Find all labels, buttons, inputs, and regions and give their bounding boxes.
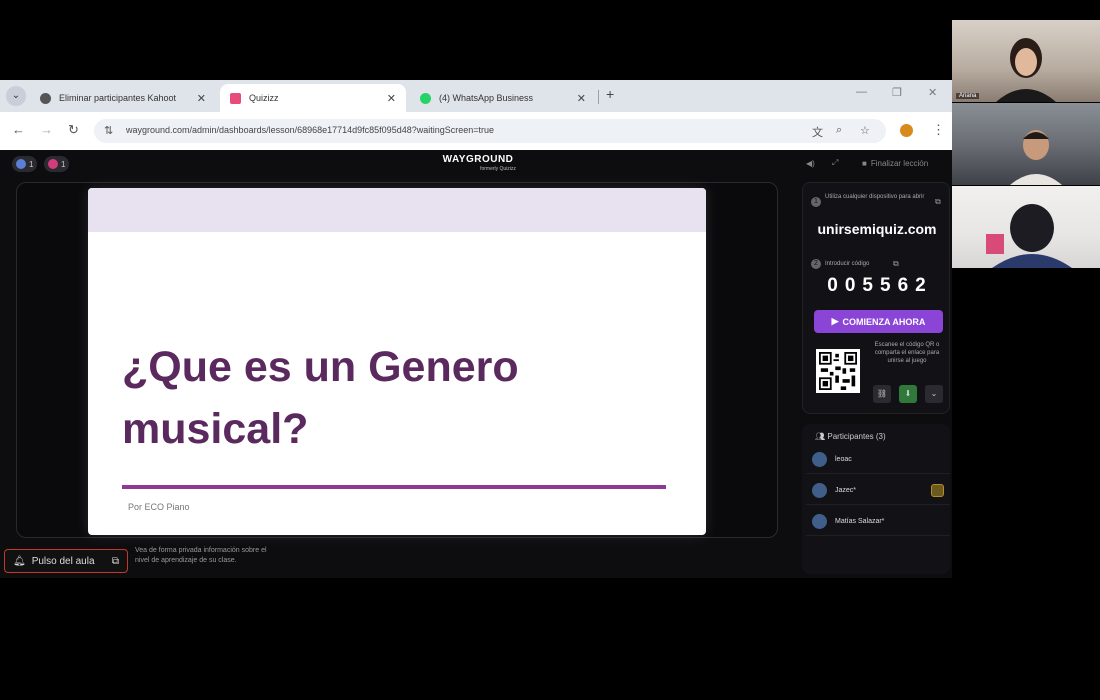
- globe-icon: [16, 159, 26, 169]
- close-icon[interactable]: ✕: [197, 92, 206, 105]
- bookmark-star-icon[interactable]: ☆: [860, 124, 870, 137]
- new-tab-icon[interactable]: +: [606, 86, 614, 102]
- person-silhouette-icon: [996, 38, 1056, 102]
- stop-icon: ■: [862, 158, 867, 168]
- classroom-pulse-label: Pulso del aula: [31, 555, 95, 567]
- tab-strip: ⌄ Eliminar participantes Kahoot ✕ Quiziz…: [0, 80, 952, 112]
- chevron-down-icon[interactable]: ⌄: [925, 385, 943, 403]
- play-icon: ▶: [831, 316, 839, 326]
- close-icon[interactable]: ✕: [387, 92, 396, 105]
- quizizz-favicon-icon: [230, 92, 241, 104]
- start-now-button[interactable]: ▶ COMIENZA AHORA: [814, 310, 943, 333]
- presentation-slide: ¿Que es un Genero musical? Por ECO Piano: [88, 188, 706, 535]
- forward-icon[interactable]: →: [40, 122, 53, 137]
- extension-icon[interactable]: [900, 124, 913, 137]
- tab-divider: [598, 90, 599, 104]
- tab-search-icon[interactable]: ⌄: [6, 86, 26, 106]
- slide-header-band: [88, 188, 706, 232]
- person-silhouette-icon: [1010, 130, 1062, 185]
- tab-whatsapp[interactable]: (4) WhatsApp Business ✕: [410, 84, 596, 112]
- logo-name: WAYGROUND: [442, 154, 514, 165]
- close-window-icon[interactable]: ✕: [928, 86, 937, 99]
- tab-quizizz[interactable]: Quizizz ✕: [220, 84, 406, 112]
- qr-code[interactable]: [816, 349, 860, 393]
- copy-icon[interactable]: ⧉: [935, 197, 941, 207]
- code-hint: Introducir código: [825, 261, 870, 267]
- restore-icon[interactable]: ❐: [892, 86, 902, 99]
- video-tile-1[interactable]: Ariana: [952, 20, 1100, 102]
- wayground-app: 1 1 WAYGROUND formerly Quizizz ◀) ⤢ ■ Fi…: [0, 150, 952, 578]
- logo-subtitle: formerly Quizizz: [480, 166, 516, 172]
- player-counter-badge[interactable]: 1: [12, 156, 38, 172]
- browser-menu-icon[interactable]: ⋮: [932, 122, 945, 138]
- participant-video-name: Ariana: [956, 93, 980, 99]
- download-icon[interactable]: ⬇: [899, 385, 917, 403]
- video-tile-2[interactable]: [952, 103, 1100, 185]
- link-icon[interactable]: ⛓: [873, 385, 891, 403]
- avatar: [812, 452, 827, 467]
- slide-byline: Por ECO Piano: [128, 502, 190, 512]
- qr-hint: Escanee el código QR o comparta el enlac…: [874, 342, 940, 364]
- open-external-icon: ⧉: [111, 555, 119, 567]
- sound-icon[interactable]: ◀): [806, 156, 815, 170]
- translate-icon[interactable]: 文: [812, 124, 823, 140]
- bell-icon: 🔔︎: [13, 555, 26, 567]
- finish-lesson-button[interactable]: ■ Finalizar lección: [862, 156, 928, 170]
- join-url: unirsemiquiz.com: [817, 221, 937, 237]
- join-hint: Utiliza cualquier dispositivo para abrir: [825, 194, 925, 200]
- people-icon: 👥︎: [815, 432, 826, 441]
- globe-icon: [40, 92, 51, 104]
- site-settings-icon[interactable]: ⇅: [104, 124, 113, 137]
- participants-heading: 👥︎ Participantes (3): [815, 432, 886, 441]
- browser-window: ⌄ Eliminar participantes Kahoot ✕ Quiziz…: [0, 80, 952, 578]
- avatar: [812, 483, 827, 498]
- url-text: wayground.com/admin/dashboards/lesson/68…: [126, 125, 495, 135]
- qr-code-icon: [819, 352, 857, 390]
- join-code: 005562: [827, 275, 933, 296]
- heart-icon: [48, 159, 58, 169]
- whatsapp-icon: [420, 92, 431, 104]
- slide-title: ¿Que es un Genero musical?: [122, 343, 519, 453]
- copy-icon[interactable]: ⧉: [893, 259, 899, 269]
- person-silhouette-icon: [986, 204, 1072, 268]
- address-bar[interactable]: ⇅ wayground.com/admin/dashboards/lesson/…: [94, 119, 886, 143]
- participants-heading-text: Participantes (3): [827, 432, 886, 441]
- participant-row[interactable]: Matías Salazar*: [806, 508, 950, 536]
- classroom-pulse-button[interactable]: 🔔︎ Pulso del aula ⧉: [4, 549, 128, 573]
- participant-name: leoac: [835, 456, 852, 463]
- reload-icon[interactable]: ↻: [68, 122, 79, 138]
- start-now-label: COMIENZA AHORA: [842, 316, 926, 327]
- counter-value: 1: [61, 159, 66, 169]
- fullscreen-icon[interactable]: ⤢: [832, 156, 838, 170]
- avatar: [812, 514, 827, 529]
- wayground-logo: WAYGROUND formerly Quizizz: [430, 154, 526, 172]
- participants-panel: 👥︎ Participantes (3) leoac Jazec* Matías…: [802, 424, 950, 574]
- video-tile-3[interactable]: [952, 186, 1100, 268]
- participant-row[interactable]: leoac: [806, 446, 950, 474]
- medal-icon: [931, 484, 944, 497]
- finish-lesson-label: Finalizar lección: [870, 158, 929, 168]
- minimize-icon[interactable]: —: [856, 86, 867, 98]
- tab-title: (4) WhatsApp Business: [439, 93, 534, 103]
- reaction-counter-badge[interactable]: 1: [44, 156, 70, 172]
- participant-row[interactable]: Jazec*: [806, 477, 950, 505]
- participant-name: Matías Salazar*: [835, 518, 885, 525]
- step-2-icon: 2: [811, 259, 821, 269]
- back-icon[interactable]: ←: [12, 122, 25, 137]
- browser-toolbar: ← → ↻ ⇅ wayground.com/admin/dashboards/l…: [0, 112, 952, 150]
- tab-title: Eliminar participantes Kahoot: [59, 93, 177, 103]
- zoom-icon[interactable]: ⌕: [836, 124, 842, 137]
- tab-title: Quizizz: [249, 93, 279, 103]
- participant-name: Jazec*: [835, 487, 857, 494]
- slide-stage: ¿Que es un Genero musical? Por ECO Piano: [16, 182, 778, 538]
- close-icon[interactable]: ✕: [577, 92, 586, 105]
- tab-kahoot[interactable]: Eliminar participantes Kahoot ✕: [30, 84, 216, 112]
- counter-value: 1: [29, 159, 34, 169]
- join-panel: 1 Utiliza cualquier dispositivo para abr…: [802, 182, 950, 414]
- classroom-pulse-description: Vea de forma privada información sobre e…: [135, 547, 267, 564]
- slide-divider: [122, 485, 666, 489]
